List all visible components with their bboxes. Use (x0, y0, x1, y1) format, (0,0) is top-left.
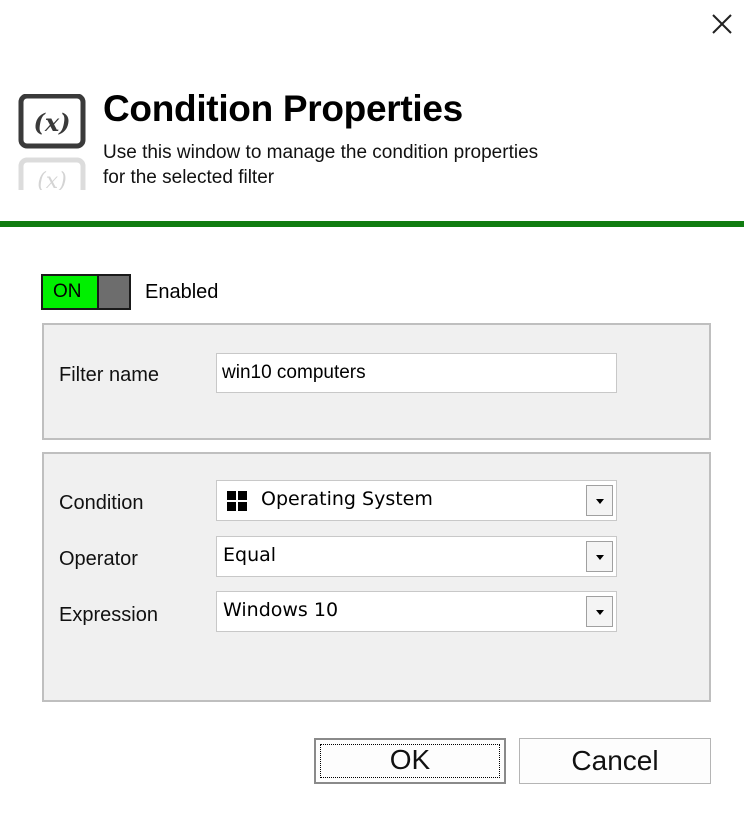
enabled-toggle[interactable]: ON (41, 274, 131, 310)
chevron-down-icon[interactable] (586, 596, 613, 627)
windows-logo-icon (227, 491, 247, 511)
operator-select-value: Equal (223, 544, 277, 566)
ok-button[interactable]: OK (314, 738, 506, 784)
toggle-state-label: ON (43, 276, 99, 308)
subtitle-line-2: for the selected filter (103, 167, 275, 188)
operator-label: Operator (59, 548, 138, 570)
cancel-button-label: Cancel (571, 745, 659, 776)
condition-select[interactable]: Operating System (216, 480, 617, 521)
window-title: Condition Properties (103, 88, 463, 129)
enabled-label: Enabled (145, 281, 219, 303)
condition-label: Condition (59, 492, 144, 514)
expression-label: Expression (59, 604, 158, 626)
svg-text:(x): (x) (37, 169, 67, 190)
close-icon (712, 14, 732, 34)
condition-select-value: Operating System (261, 488, 433, 510)
subtitle-line-1: Use this window to manage the condition … (103, 142, 539, 163)
filter-name-label: Filter name (59, 364, 160, 386)
focus-rectangle (320, 744, 500, 778)
header-divider (0, 221, 744, 227)
window-subtitle: Use this window to manage the condition … (103, 140, 663, 190)
operator-select[interactable]: Equal (216, 536, 617, 577)
chevron-down-icon[interactable] (586, 485, 613, 516)
close-button[interactable] (706, 8, 738, 40)
chevron-down-icon[interactable] (586, 541, 613, 572)
svg-text:(x): (x) (33, 108, 70, 137)
cancel-button[interactable]: Cancel (519, 738, 711, 784)
variable-icon: (x) (x) (18, 93, 86, 203)
expression-select[interactable]: Windows 10 (216, 591, 617, 632)
filter-name-input[interactable]: win10 computers (216, 353, 617, 393)
expression-select-value: Windows 10 (223, 599, 339, 621)
